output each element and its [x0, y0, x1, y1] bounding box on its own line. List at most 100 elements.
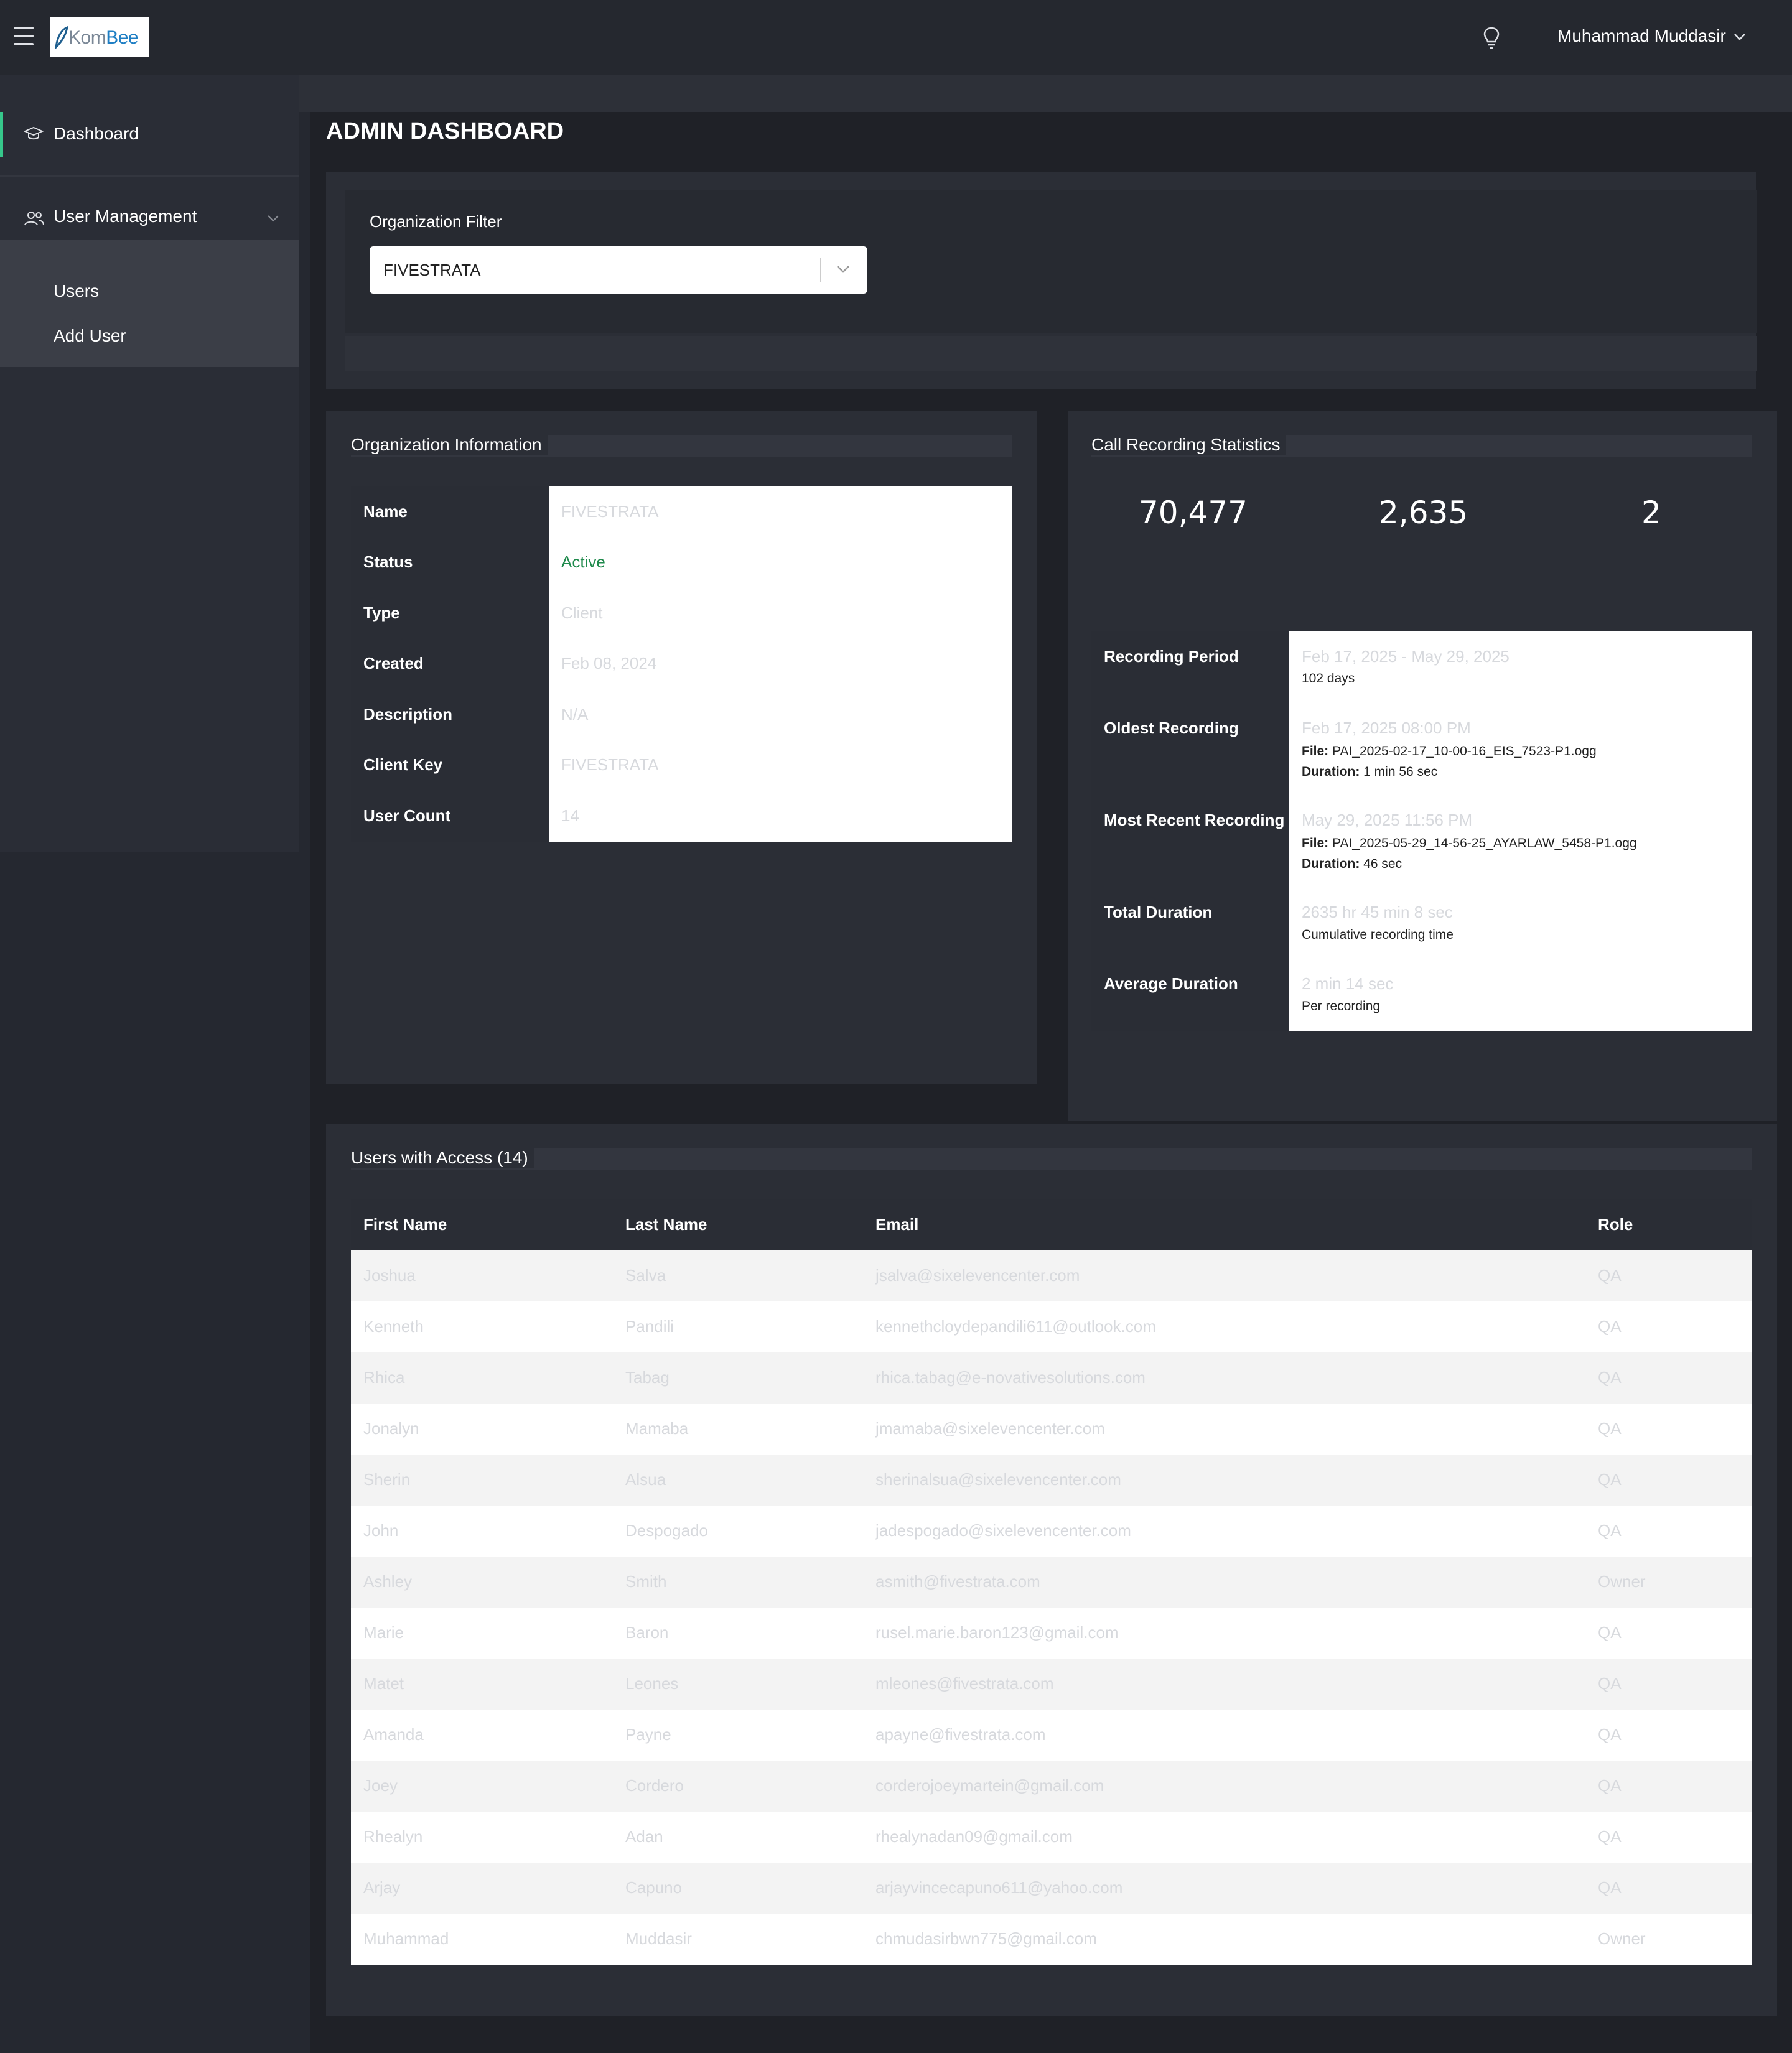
- org-status-label: Status: [363, 552, 413, 571]
- oldest-recording-duration: Duration: 1 min 56 sec: [1302, 765, 1438, 779]
- cell-first-name: Sherin: [363, 1470, 411, 1489]
- cell-first-name: Kenneth: [363, 1317, 424, 1336]
- sidebar-item-users[interactable]: Users: [54, 281, 99, 301]
- table-row[interactable]: John Despogado jadespogado@sixelevencenter…: [351, 1506, 1752, 1557]
- cell-first-name: Joshua: [363, 1266, 416, 1285]
- column-header-email[interactable]: Email: [875, 1215, 918, 1234]
- table-row[interactable]: Joey Cordero corderojoeymartein@gmail.com Q…: [351, 1761, 1752, 1812]
- menu-icon[interactable]: [14, 27, 34, 45]
- users-with-access-title: Users with Access (14): [351, 1148, 534, 1168]
- org-type-label: Type: [363, 603, 400, 622]
- recent-recording-duration: Duration: 46 sec: [1302, 857, 1402, 871]
- table-row[interactable]: Sherin Alsua sherinalsua@sixelevencenter.c…: [351, 1455, 1752, 1506]
- cell-email: kennethcloydepandili611@outlook.com: [875, 1317, 1156, 1336]
- cell-email: rhealynadan09@gmail.com: [875, 1827, 1073, 1846]
- cell-role: QA: [1598, 1266, 1622, 1285]
- cell-last-name: Payne: [625, 1725, 671, 1744]
- cell-first-name: Muhammad: [363, 1929, 449, 1948]
- cell-last-name: Capuno: [625, 1878, 683, 1897]
- recent-recording-file: File: PAI_2025-05-29_14-56-25_AYARLAW_54…: [1302, 836, 1637, 850]
- sidebar-item-user-management[interactable]: User Management: [0, 197, 299, 241]
- stat-total-hours: 2,635: [1379, 495, 1468, 531]
- sidebar-item-add-user[interactable]: Add User: [54, 326, 126, 346]
- sidebar-item-label: Dashboard: [54, 124, 139, 143]
- org-user-count-label: User Count: [363, 806, 451, 825]
- table-row[interactable]: Marie Baron rusel.marie.baron123@gmail.com…: [351, 1608, 1752, 1659]
- filter-card-footer: [345, 336, 1757, 371]
- cell-first-name: Marie: [363, 1623, 404, 1642]
- page-title: ADMIN DASHBOARD: [326, 118, 564, 144]
- org-description-label: Description: [363, 705, 453, 724]
- table-row[interactable]: Kenneth Pandili kennethcloydepandili611@ou…: [351, 1301, 1752, 1352]
- total-duration-label: Total Duration: [1104, 903, 1213, 921]
- table-row[interactable]: Muhammad Muddasir chmudasirbwn775@gmail.co…: [351, 1914, 1752, 1965]
- organization-info-table: Name FIVESTRATA Status Active Type Clien…: [351, 486, 1012, 842]
- cell-last-name: Mamaba: [625, 1419, 689, 1438]
- table-row[interactable]: Rhica Tabag rhica.tabag@e-novativesolution…: [351, 1352, 1752, 1404]
- logo[interactable]: KomBee: [50, 17, 149, 57]
- org-name-label: Name: [363, 502, 408, 521]
- cell-role: QA: [1598, 1623, 1622, 1642]
- cell-last-name: Salva: [625, 1266, 666, 1285]
- cell-first-name: Matet: [363, 1674, 404, 1693]
- table-row[interactable]: Jonalyn Mamaba jmamaba@sixelevencenter.com…: [351, 1404, 1752, 1455]
- table-row[interactable]: Ashley Smith asmith@fivestrata.com Owner: [351, 1557, 1752, 1608]
- cell-email: corderojoeymartein@gmail.com: [875, 1776, 1104, 1795]
- total-duration-note: Cumulative recording time: [1302, 928, 1454, 942]
- user-menu-name[interactable]: Muhammad Muddasir: [1557, 26, 1726, 46]
- main-header-strip: [299, 75, 1792, 112]
- table-row[interactable]: Joshua Salva jsalva@sixelevencenter.com QA: [351, 1250, 1752, 1301]
- cell-first-name: Rhica: [363, 1368, 405, 1387]
- cell-first-name: Arjay: [363, 1878, 401, 1897]
- graduation-cap-icon: [24, 126, 44, 140]
- cell-last-name: Muddasir: [625, 1929, 692, 1948]
- cell-role: QA: [1598, 1674, 1622, 1693]
- cell-email: rusel.marie.baron123@gmail.com: [875, 1623, 1119, 1642]
- table-row[interactable]: Rhealyn Adan rhealynadan09@gmail.com QA: [351, 1812, 1752, 1863]
- table-row[interactable]: Arjay Capuno arjayvincecapuno611@yahoo.com…: [351, 1863, 1752, 1914]
- table-row[interactable]: Amanda Payne apayne@fivestrata.com QA: [351, 1710, 1752, 1761]
- cell-first-name: Ashley: [363, 1572, 413, 1591]
- sidebar-divider: [0, 175, 299, 177]
- stat-total-recordings: 70,477: [1139, 495, 1248, 531]
- cell-email: apayne@fivestrata.com: [875, 1725, 1046, 1744]
- users-table-header: First Name Last Name Email Role: [351, 1199, 1752, 1250]
- lightbulb-icon[interactable]: [1482, 26, 1501, 50]
- oldest-recording-label: Oldest Recording: [1104, 719, 1239, 737]
- organization-filter-select[interactable]: FIVESTRATA: [370, 246, 867, 294]
- cell-email: asmith@fivestrata.com: [875, 1572, 1040, 1591]
- organization-info-header: Organization Information: [351, 435, 1012, 457]
- cell-email: jmamaba@sixelevencenter.com: [875, 1419, 1105, 1438]
- cell-last-name: Pandili: [625, 1317, 674, 1336]
- cell-email: sherinalsua@sixelevencenter.com: [875, 1470, 1121, 1489]
- org-created-value: Feb 08, 2024: [561, 654, 657, 673]
- column-header-role[interactable]: Role: [1598, 1215, 1633, 1234]
- cell-role: Owner: [1598, 1929, 1646, 1948]
- users-with-access-header: Users with Access (14): [351, 1148, 1752, 1170]
- recording-period-label: Recording Period: [1104, 647, 1239, 666]
- chevron-down-icon[interactable]: [1732, 31, 1747, 42]
- sidebar-item-label: User Management: [54, 207, 197, 226]
- org-type-value: Client: [561, 603, 603, 622]
- top-bar: KomBee Muhammad Muddasir: [0, 0, 1792, 75]
- sidebar-item-dashboard[interactable]: Dashboard: [0, 112, 299, 157]
- call-recording-stats-title: Call Recording Statistics: [1091, 435, 1287, 455]
- column-header-last-name[interactable]: Last Name: [625, 1215, 707, 1234]
- cell-last-name: Adan: [625, 1827, 663, 1846]
- cell-email: chmudasirbwn775@gmail.com: [875, 1929, 1097, 1948]
- cell-role: QA: [1598, 1419, 1622, 1438]
- org-name-value: FIVESTRATA: [561, 502, 659, 521]
- logo-leaf-icon: [54, 26, 69, 50]
- cell-email: jsalva@sixelevencenter.com: [875, 1266, 1080, 1285]
- cell-first-name: Jonalyn: [363, 1419, 419, 1438]
- cell-last-name: Baron: [625, 1623, 669, 1642]
- chevron-down-icon[interactable]: [835, 264, 851, 275]
- cell-first-name: Amanda: [363, 1725, 424, 1744]
- column-header-first-name[interactable]: First Name: [363, 1215, 447, 1234]
- stat-count: 2: [1641, 495, 1661, 531]
- sidebar: Dashboard User Management Users Add User: [0, 75, 299, 852]
- call-recording-stats-header: Call Recording Statistics: [1091, 435, 1752, 457]
- cell-role: Owner: [1598, 1572, 1646, 1591]
- recording-details-table: Recording Period Feb 17, 2025 - May 29, …: [1091, 631, 1752, 1031]
- table-row[interactable]: Matet Leones mleones@fivestrata.com QA: [351, 1659, 1752, 1710]
